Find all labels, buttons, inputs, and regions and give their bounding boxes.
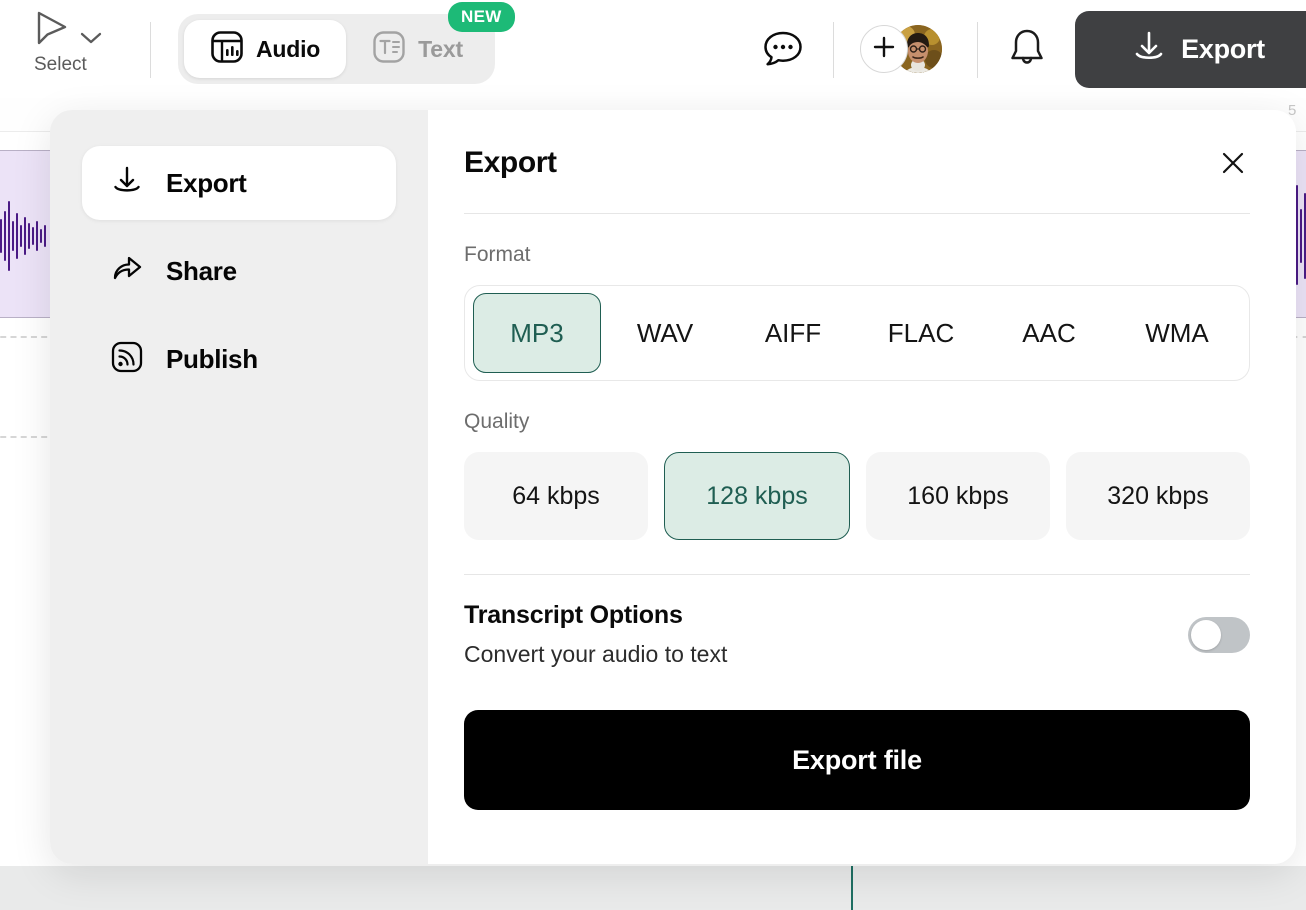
tab-text-label: Text <box>418 36 463 63</box>
export-button-toolbar-label: Export <box>1181 34 1265 65</box>
format-option-aac[interactable]: AAC <box>985 293 1113 373</box>
transcript-subtitle: Convert your audio to text <box>464 641 727 668</box>
transcript-title: Transcript Options <box>464 601 727 630</box>
add-collaborator-button[interactable] <box>860 25 908 73</box>
new-badge: NEW <box>448 2 515 32</box>
playhead-line[interactable] <box>851 866 853 910</box>
toolbar-divider-2 <box>833 22 834 78</box>
comment-bubble-icon[interactable] <box>762 29 804 74</box>
quality-option-64[interactable]: 64 kbps <box>464 452 648 540</box>
quality-option-128[interactable]: 128 kbps <box>664 452 850 540</box>
share-arrow-icon <box>110 252 144 291</box>
text-box-icon <box>372 30 406 69</box>
modal-sidebar: Export Share <box>50 110 428 864</box>
app-root: 5 <box>0 0 1306 910</box>
top-toolbar: Select Audio <box>0 0 1306 98</box>
timeline-bottom-strip <box>0 866 1306 910</box>
format-option-mp3[interactable]: MP3 <box>473 293 601 373</box>
sidebar-item-share[interactable]: Share <box>82 234 396 308</box>
select-tool-label: Select <box>16 54 87 76</box>
toolbar-divider-1 <box>150 22 151 78</box>
export-modal: Export Share <box>50 110 1296 864</box>
plus-icon <box>872 35 896 64</box>
sidebar-item-export[interactable]: Export <box>82 146 396 220</box>
rss-broadcast-icon <box>110 340 144 379</box>
transcript-toggle[interactable] <box>1188 617 1250 653</box>
format-option-wav[interactable]: WAV <box>601 293 729 373</box>
modal-content: Export Format MP3 WAV AIFF FLAC AAC WMA … <box>428 110 1296 864</box>
export-file-button-label: Export file <box>792 745 922 776</box>
bell-icon[interactable] <box>1006 27 1048 76</box>
tab-audio-label: Audio <box>256 36 320 63</box>
quality-section-label: Quality <box>464 410 1250 434</box>
quality-options: 64 kbps 128 kbps 160 kbps 320 kbps <box>464 452 1250 540</box>
quality-option-320[interactable]: 320 kbps <box>1066 452 1250 540</box>
header-divider <box>464 213 1250 214</box>
format-section-label: Format <box>464 243 1250 267</box>
tab-audio[interactable]: Audio <box>184 20 346 78</box>
format-options-scroller[interactable]: MP3 WAV AIFF FLAC AAC WMA <box>464 285 1250 381</box>
sidebar-item-publish[interactable]: Publish <box>82 322 396 396</box>
chevron-down-icon[interactable] <box>80 31 102 50</box>
toolbar-divider-3 <box>977 22 978 78</box>
cursor-pointer-icon <box>32 10 72 57</box>
sidebar-item-share-label: Share <box>166 256 237 287</box>
modal-title: Export <box>464 146 557 180</box>
modal-header: Export <box>464 146 1250 180</box>
sidebar-item-publish-label: Publish <box>166 344 258 375</box>
download-icon <box>1131 28 1167 71</box>
quality-option-160[interactable]: 160 kbps <box>866 452 1050 540</box>
mode-tabs: Audio Text <box>178 14 495 84</box>
sidebar-item-export-label: Export <box>166 168 247 199</box>
transcript-options-row: Transcript Options Convert your audio to… <box>464 601 1250 668</box>
format-option-flac[interactable]: FLAC <box>857 293 985 373</box>
close-icon[interactable] <box>1216 146 1250 180</box>
transcript-divider <box>464 574 1250 575</box>
audio-clip-left[interactable] <box>0 150 50 318</box>
collaborators-group <box>860 25 942 73</box>
select-tool-button[interactable]: Select <box>16 10 126 90</box>
export-button-toolbar[interactable]: Export <box>1075 11 1306 88</box>
format-option-wma[interactable]: WMA <box>1113 293 1241 373</box>
audio-waveform-panel-icon <box>210 30 244 69</box>
transcript-text-block: Transcript Options Convert your audio to… <box>464 601 727 668</box>
download-icon <box>110 164 144 203</box>
export-file-button[interactable]: Export file <box>464 710 1250 810</box>
toggle-knob <box>1191 620 1221 650</box>
format-option-aiff[interactable]: AIFF <box>729 293 857 373</box>
